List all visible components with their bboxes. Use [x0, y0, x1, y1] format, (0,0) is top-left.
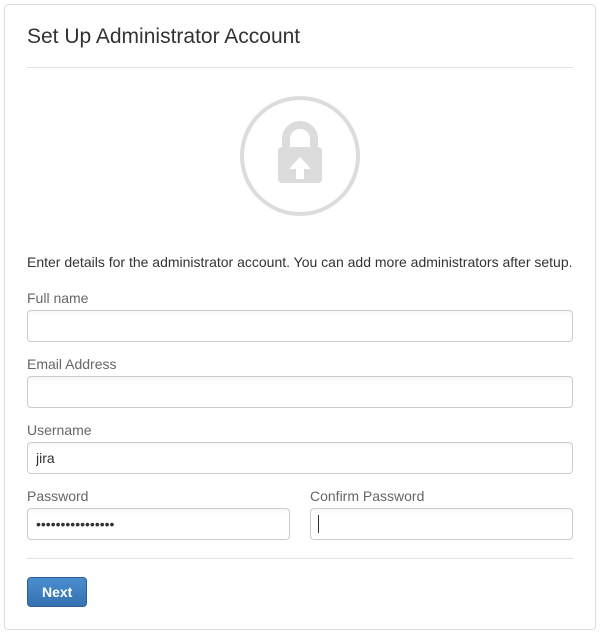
- confirm-password-wrapper: [310, 508, 573, 540]
- password-row: Password Confirm Password: [27, 488, 573, 540]
- instructions-text: Enter details for the administrator acco…: [27, 252, 573, 272]
- hero-circle: [240, 96, 360, 216]
- fullname-label: Full name: [27, 290, 573, 306]
- fullname-group: Full name: [27, 290, 573, 342]
- confirm-password-group: Confirm Password: [310, 488, 573, 540]
- confirm-password-label: Confirm Password: [310, 488, 573, 504]
- hero-area: [27, 68, 573, 248]
- username-input[interactable]: [27, 442, 573, 474]
- setup-admin-panel: Set Up Administrator Account Enter detai…: [4, 4, 596, 630]
- password-label: Password: [27, 488, 290, 504]
- email-group: Email Address: [27, 356, 573, 408]
- email-input[interactable]: [27, 376, 573, 408]
- email-label: Email Address: [27, 356, 573, 372]
- lock-upload-icon: [271, 121, 329, 192]
- username-group: Username: [27, 422, 573, 474]
- page-title: Set Up Administrator Account: [27, 25, 573, 49]
- password-input[interactable]: [27, 508, 290, 540]
- confirm-password-input[interactable]: [310, 508, 573, 540]
- next-button[interactable]: Next: [27, 577, 87, 607]
- username-label: Username: [27, 422, 573, 438]
- password-group: Password: [27, 488, 290, 540]
- fullname-input[interactable]: [27, 310, 573, 342]
- footer-divider: [27, 558, 573, 559]
